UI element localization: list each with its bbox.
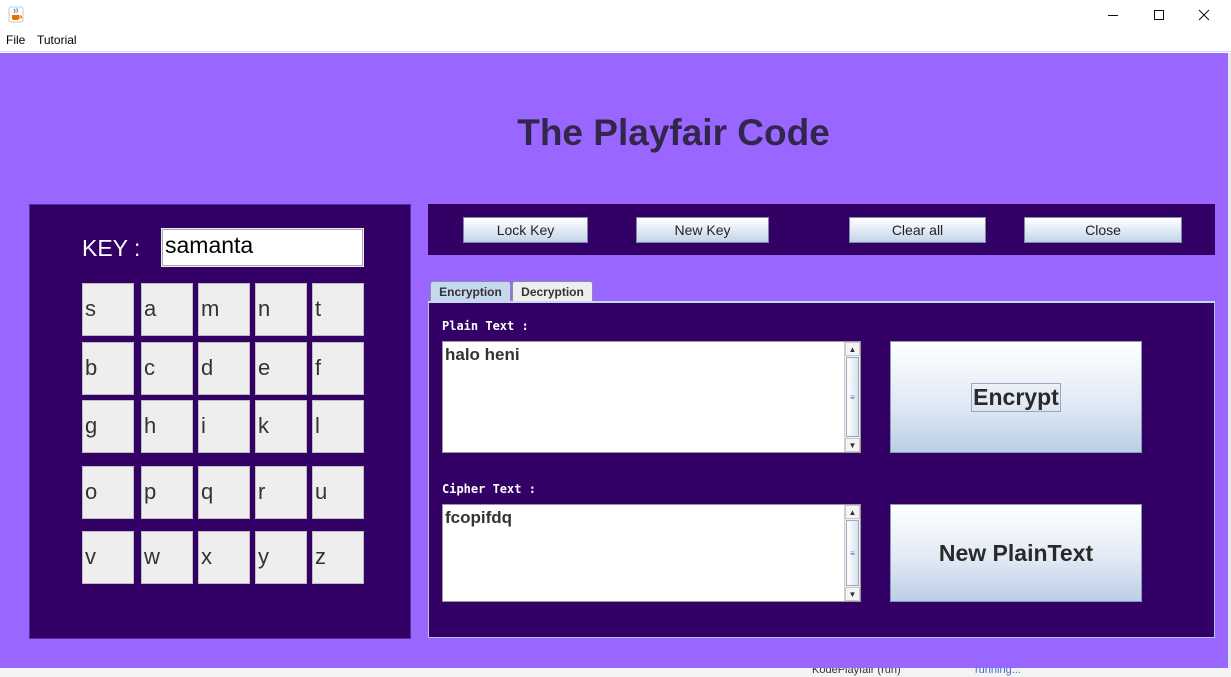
plain-text-area[interactable]: halo heni ▲ ≡ ▼ (442, 341, 861, 453)
key-cell-t: t (312, 283, 364, 336)
cipher-text-value: fcopifdq (445, 508, 513, 527)
java-cup-icon (8, 6, 24, 23)
title-bar (0, 0, 1231, 30)
maximize-button[interactable] (1136, 0, 1182, 30)
clear-all-button[interactable]: Clear all (849, 217, 986, 243)
running-status: running... (975, 668, 1021, 676)
key-cell-l: l (312, 400, 364, 453)
menu-bar: File Tutorial (0, 30, 1231, 52)
close-button[interactable]: Close (1024, 217, 1182, 243)
key-cell-g: g (82, 400, 134, 453)
plain-text-value: halo heni (445, 345, 520, 364)
key-cell-n: n (255, 283, 307, 336)
plain-text-label: Plain Text : (442, 319, 529, 333)
key-cell-e: e (255, 342, 307, 395)
key-cell-z: z (312, 531, 364, 584)
tab-encryption[interactable]: Encryption (430, 281, 511, 302)
key-cell-c: c (141, 342, 193, 395)
key-cell-r: r (255, 466, 307, 519)
plain-text-scrollbar[interactable]: ▲ ≡ ▼ (844, 342, 860, 452)
scroll-up-icon[interactable]: ▲ (845, 342, 860, 356)
key-cell-b: b (82, 342, 134, 395)
close-icon (1198, 9, 1210, 21)
key-input[interactable]: samanta (161, 228, 364, 267)
page-title: The Playfair Code (517, 112, 830, 153)
key-panel: KEY : samanta samnt bcdef ghikl opqru vwxyz (29, 204, 411, 639)
minimize-icon (1108, 15, 1118, 16)
key-cell-u: u (312, 466, 364, 519)
close-window-button[interactable] (1181, 0, 1227, 30)
menu-tutorial[interactable]: Tutorial (37, 33, 77, 47)
key-cell-w: w (141, 531, 193, 584)
ide-status-strip: KodePlayfair (run) running... (0, 668, 1231, 677)
encrypt-button-label: Encrypt (971, 382, 1061, 412)
lock-key-button[interactable]: Lock Key (463, 217, 588, 243)
scroll-thumb[interactable]: ≡ (846, 520, 859, 586)
action-toolbar: Lock Key New Key Clear all Close (428, 204, 1215, 255)
run-status-label: KodePlayfair (run) (812, 668, 901, 676)
scroll-down-icon[interactable]: ▼ (845, 438, 860, 452)
scroll-thumb[interactable]: ≡ (846, 357, 859, 437)
key-cell-s: s (82, 283, 134, 336)
menu-file[interactable]: File (6, 33, 25, 47)
key-cell-i: i (198, 400, 250, 453)
maximize-icon (1154, 10, 1164, 20)
key-cell-v: v (82, 531, 134, 584)
key-cell-q: q (198, 466, 250, 519)
key-cell-f: f (312, 342, 364, 395)
key-cell-x: x (198, 531, 250, 584)
key-cell-k: k (255, 400, 307, 453)
encrypt-button[interactable]: Encrypt (890, 341, 1142, 453)
cipher-text-label: Cipher Text : (442, 482, 536, 496)
minimize-button[interactable] (1090, 0, 1136, 30)
encryption-panel: Plain Text : halo heni ▲ ≡ ▼ Encrypt Cip… (428, 301, 1215, 638)
cipher-text-area[interactable]: fcopifdq ▲ ≡ ▼ (442, 504, 861, 602)
key-label: KEY : (82, 235, 141, 261)
tab-decryption[interactable]: Decryption (512, 281, 593, 302)
cipher-text-scrollbar[interactable]: ▲ ≡ ▼ (844, 505, 860, 601)
key-cell-o: o (82, 466, 134, 519)
key-cell-y: y (255, 531, 307, 584)
key-cell-h: h (141, 400, 193, 453)
scroll-up-icon[interactable]: ▲ (845, 505, 860, 519)
key-cell-m: m (198, 283, 250, 336)
scroll-down-icon[interactable]: ▼ (845, 587, 860, 601)
new-key-button[interactable]: New Key (636, 217, 769, 243)
new-plaintext-button[interactable]: New PlainText (890, 504, 1142, 602)
key-cell-a: a (141, 283, 193, 336)
key-cell-p: p (141, 466, 193, 519)
key-cell-d: d (198, 342, 250, 395)
